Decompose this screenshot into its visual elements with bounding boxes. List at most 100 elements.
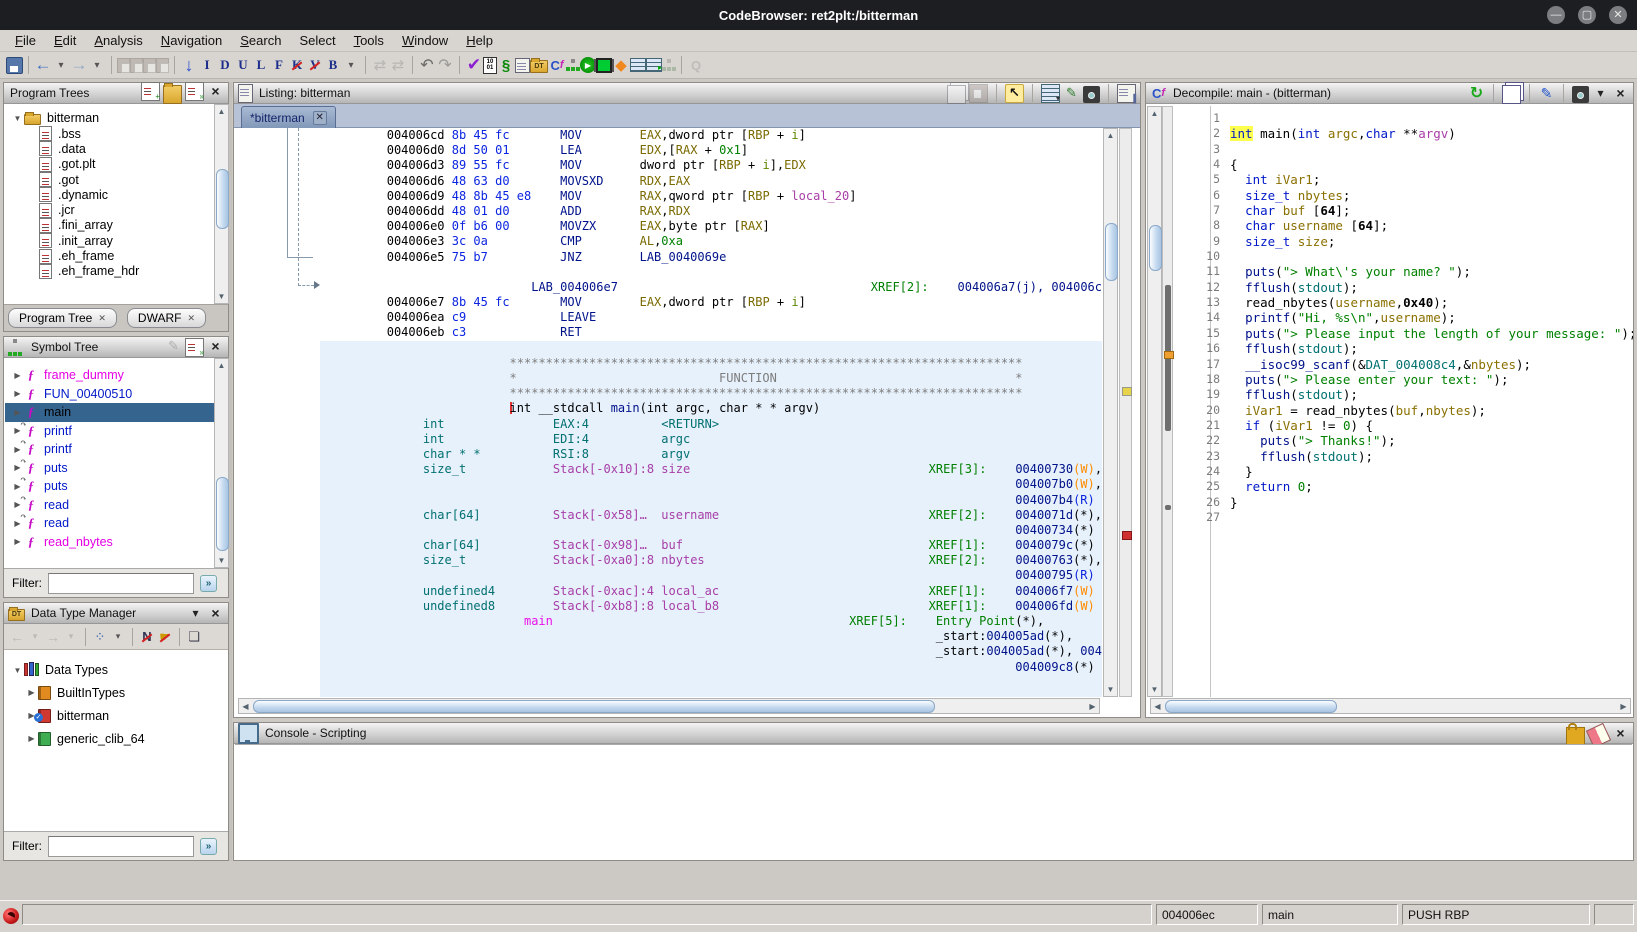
decompile-line[interactable]: 27: [1174, 510, 1633, 525]
symbol-item-printf[interactable]: ▶ƒ↷printf: [5, 422, 215, 441]
listing-row[interactable]: 004006e7 8b 45 fc MOV EAX,dword ptr [RBP…: [235, 295, 1102, 310]
goto-external-icon[interactable]: »: [185, 82, 204, 101]
forward-dropdown-icon[interactable]: ▾: [62, 628, 80, 646]
validate-icon[interactable]: ✔: [465, 56, 483, 74]
listing-row[interactable]: char * * RSI:8 argv: [235, 447, 1102, 462]
listing-row[interactable]: LAB_004006e7 XREF[2]: 004006a7(j), 00400…: [235, 280, 1102, 295]
listing-row[interactable]: main XREF[5]: Entry Point(*),: [235, 614, 1102, 629]
tree-item-dynamic[interactable]: .dynamic: [5, 187, 215, 202]
decompile-line[interactable]: 11 puts("> What\'s your name? ");: [1174, 264, 1633, 279]
goto-external-icon[interactable]: »: [185, 338, 204, 357]
listing-row[interactable]: int __stdcall main(int argc, char * * ar…: [235, 401, 1102, 416]
close-icon[interactable]: ×: [207, 605, 224, 622]
menu-window[interactable]: Window: [395, 31, 455, 50]
bookmark-dropdown-icon[interactable]: ▾: [342, 56, 360, 74]
data-d-icon[interactable]: D: [216, 56, 234, 74]
symbol-item-FUN_00400510[interactable]: ▶ƒFUN_00400510: [5, 385, 215, 404]
tree-item-eh_frame[interactable]: .eh_frame: [5, 248, 215, 263]
notepad-icon[interactable]: [515, 58, 530, 73]
navigate-in-icon[interactable]: ⇄: [371, 56, 389, 74]
symbol-filter-options-icon[interactable]: »: [200, 575, 217, 592]
tab-close-icon[interactable]: ✕: [313, 111, 327, 125]
listing-row[interactable]: 004006dd 48 01 d0 ADD RAX,RDX: [235, 204, 1102, 219]
hide-arrays-icon[interactable]: N: [138, 628, 156, 646]
decompile-line[interactable]: 2int main(int argc,char **argv): [1174, 126, 1633, 141]
dtm-item-BuiltInTypes[interactable]: ▶BuiltInTypes: [5, 681, 227, 704]
side-view-icon[interactable]: ▐: [1117, 84, 1136, 103]
question-icon[interactable]: Q: [687, 56, 705, 74]
diamond-icon[interactable]: ◆: [612, 56, 630, 74]
dtm-item-generic_clib_64[interactable]: ▶generic_clib_64: [5, 727, 227, 750]
back-icon[interactable]: ←: [34, 56, 52, 74]
paste-icon[interactable]: [969, 84, 988, 103]
new-tree-icon[interactable]: +: [141, 82, 160, 101]
navigate-out-icon[interactable]: ⇄: [389, 56, 407, 74]
listing-row[interactable]: _start:004005ad(*), 0040091: [235, 644, 1102, 659]
save-icon[interactable]: [6, 57, 23, 74]
tree-item-init_array[interactable]: .init_array: [5, 233, 215, 248]
table-export-icon[interactable]: ▸: [646, 58, 662, 72]
close-icon[interactable]: ×: [1612, 725, 1629, 742]
decompile-line[interactable]: 16 fflush(stdout);: [1174, 341, 1633, 356]
function-f-icon[interactable]: F: [270, 56, 288, 74]
tab-program-tree[interactable]: Program Tree✕: [8, 308, 117, 328]
symbol-item-read_nbytes[interactable]: ▶ƒread_nbytes: [5, 533, 215, 552]
minimize-button-icon[interactable]: —: [1547, 6, 1565, 24]
close-icon[interactable]: ×: [207, 338, 224, 355]
listing-row[interactable]: 004006eb c3 RET: [235, 325, 1102, 340]
forward-icon[interactable]: →: [70, 56, 88, 74]
clipboard-2-icon[interactable]: [130, 58, 143, 73]
listing-row[interactable]: 004006ea c9 LEAVE: [235, 310, 1102, 325]
menu-select[interactable]: Select: [292, 31, 342, 50]
bookmark-marker-yellow[interactable]: [1122, 387, 1132, 396]
listing-row[interactable]: char[64] Stack[-0x98]… buf XREF[1]: 0040…: [235, 538, 1102, 553]
dtm-root-data-types[interactable]: ▼Data Types: [5, 659, 227, 681]
cursor-marker-red[interactable]: [1122, 531, 1132, 540]
dtm-filter-options-icon[interactable]: »: [200, 838, 217, 855]
decompile-line[interactable]: 25 return 0;: [1174, 479, 1633, 494]
listing-vscrollbar[interactable]: ▲▼: [1103, 128, 1118, 697]
expand-icon[interactable]: ▶: [25, 734, 38, 743]
listing-row[interactable]: 00400795(R): [235, 568, 1102, 583]
undo-icon[interactable]: ↶: [418, 56, 436, 74]
listing-tab-bitterman[interactable]: *bitterman ✕: [241, 106, 336, 128]
console-output[interactable]: [235, 744, 1632, 860]
decompile-line[interactable]: 24 }: [1174, 464, 1633, 479]
refresh-icon[interactable]: ↻: [1468, 85, 1485, 102]
back-dropdown-icon[interactable]: ▾: [26, 628, 44, 646]
symbol-filter-input[interactable]: [48, 573, 194, 594]
decompile-line[interactable]: 12 fflush(stdout);: [1174, 280, 1633, 295]
datatype-folder-icon[interactable]: DT: [530, 60, 548, 73]
decompile-line[interactable]: 23 fflush(stdout);: [1174, 449, 1633, 464]
listing-row[interactable]: 004006d0 8d 50 01 LEA EDX,[RAX + 0x1]: [235, 143, 1102, 158]
strike-k-icon[interactable]: K: [288, 56, 306, 74]
decompile-line[interactable]: 15 puts("> Please input the length of yo…: [1174, 326, 1633, 341]
listing-row[interactable]: int EAX:4 <RETURN>: [235, 417, 1102, 432]
expand-icon[interactable]: ▶: [25, 688, 38, 697]
snapshot-camera-icon[interactable]: [1572, 86, 1589, 103]
decompile-hscrollbar[interactable]: ◀▶: [1150, 698, 1631, 714]
listing-row[interactable]: 004006d6 48 63 d0 MOVSXD RDX,EAX: [235, 174, 1102, 189]
listing-row[interactable]: [235, 265, 1102, 280]
listing-row[interactable]: 00400734(*): [235, 523, 1102, 538]
listing-row[interactable]: undefined4 Stack[-0xac]:4 local_ac XREF[…: [235, 584, 1102, 599]
symbol-item-frame_dummy[interactable]: ▶ƒframe_dummy: [5, 366, 215, 385]
menu-help[interactable]: Help: [459, 31, 500, 50]
run-icon[interactable]: ▶: [580, 57, 596, 73]
left-splitter[interactable]: [229, 82, 232, 861]
forward-icon[interactable]: →: [44, 628, 62, 646]
tree-item-got[interactable]: .got: [5, 172, 215, 187]
decompile-code-area[interactable]: 12int main(int argc,char **argv)34{5 int…: [1174, 111, 1633, 697]
maximize-button-icon[interactable]: ▢: [1578, 6, 1596, 24]
edit-fields-icon[interactable]: ✎: [1063, 85, 1080, 102]
decompile-line[interactable]: 17 __isoc99_scanf(&DAT_004008c4,&nbytes)…: [1174, 357, 1633, 372]
decompile-line[interactable]: 9 size_t size;: [1174, 234, 1633, 249]
pointer-filter-icon[interactable]: ⁘: [91, 628, 109, 646]
open-folder-icon[interactable]: [163, 85, 182, 104]
back-icon[interactable]: ←: [8, 628, 26, 646]
snapshot-camera-icon[interactable]: [1083, 86, 1100, 103]
dtm-filter-input[interactable]: [48, 836, 194, 857]
decompile-line[interactable]: 14 printf("Hi, %s\n",username);: [1174, 310, 1633, 325]
listing-row[interactable]: 004006cd 8b 45 fc MOV EAX,dword ptr [RBP…: [235, 128, 1102, 143]
script-manager-icon[interactable]: §: [497, 56, 515, 74]
